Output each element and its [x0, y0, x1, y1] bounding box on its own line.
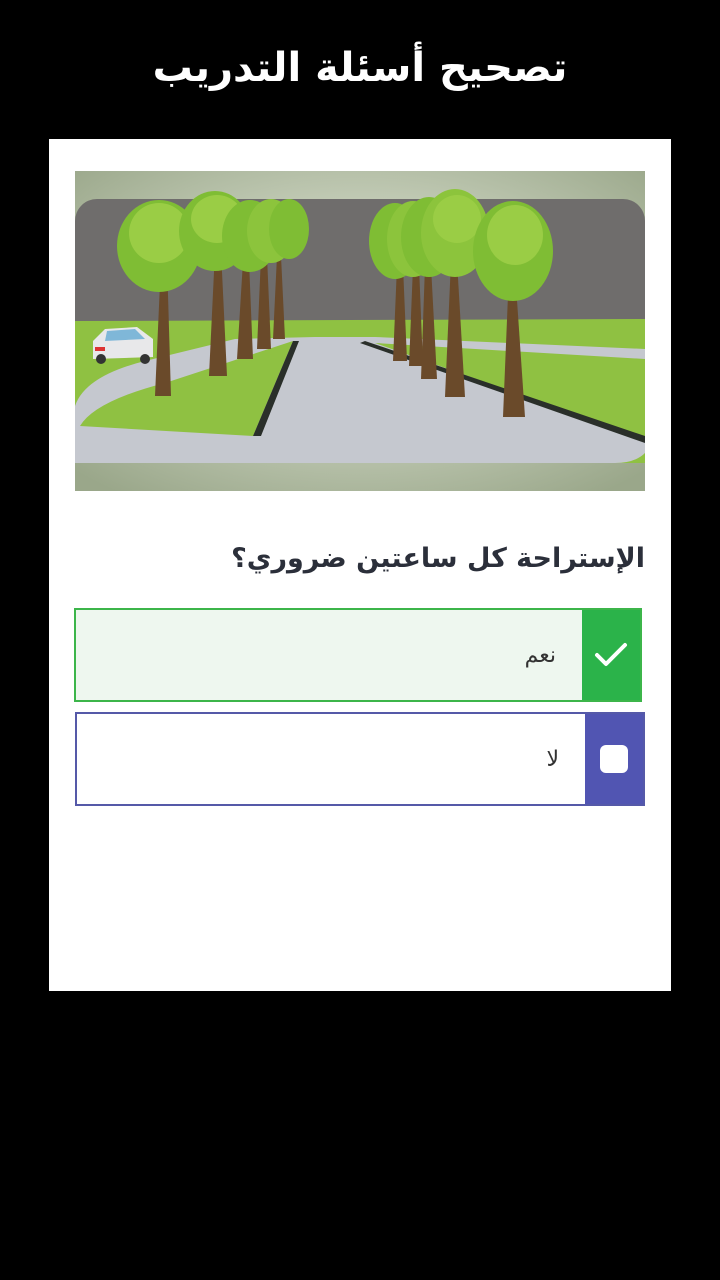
answer-option-label: نعم: [524, 642, 556, 668]
checkmark-icon: [582, 610, 640, 700]
page-title: تصحيح أسئلة التدريب: [152, 45, 568, 91]
answer-option-label: لا: [546, 746, 559, 772]
question-text: الإستراحة كل ساعتين ضروري؟: [231, 543, 645, 574]
question-card: الإستراحة كل ساعتين ضروري؟ نعم لا: [49, 139, 671, 991]
answer-option-no[interactable]: لا: [75, 712, 645, 806]
answer-option-yes[interactable]: نعم: [74, 608, 642, 702]
checkbox-empty-icon: [585, 714, 643, 804]
question-illustration: [75, 171, 645, 491]
